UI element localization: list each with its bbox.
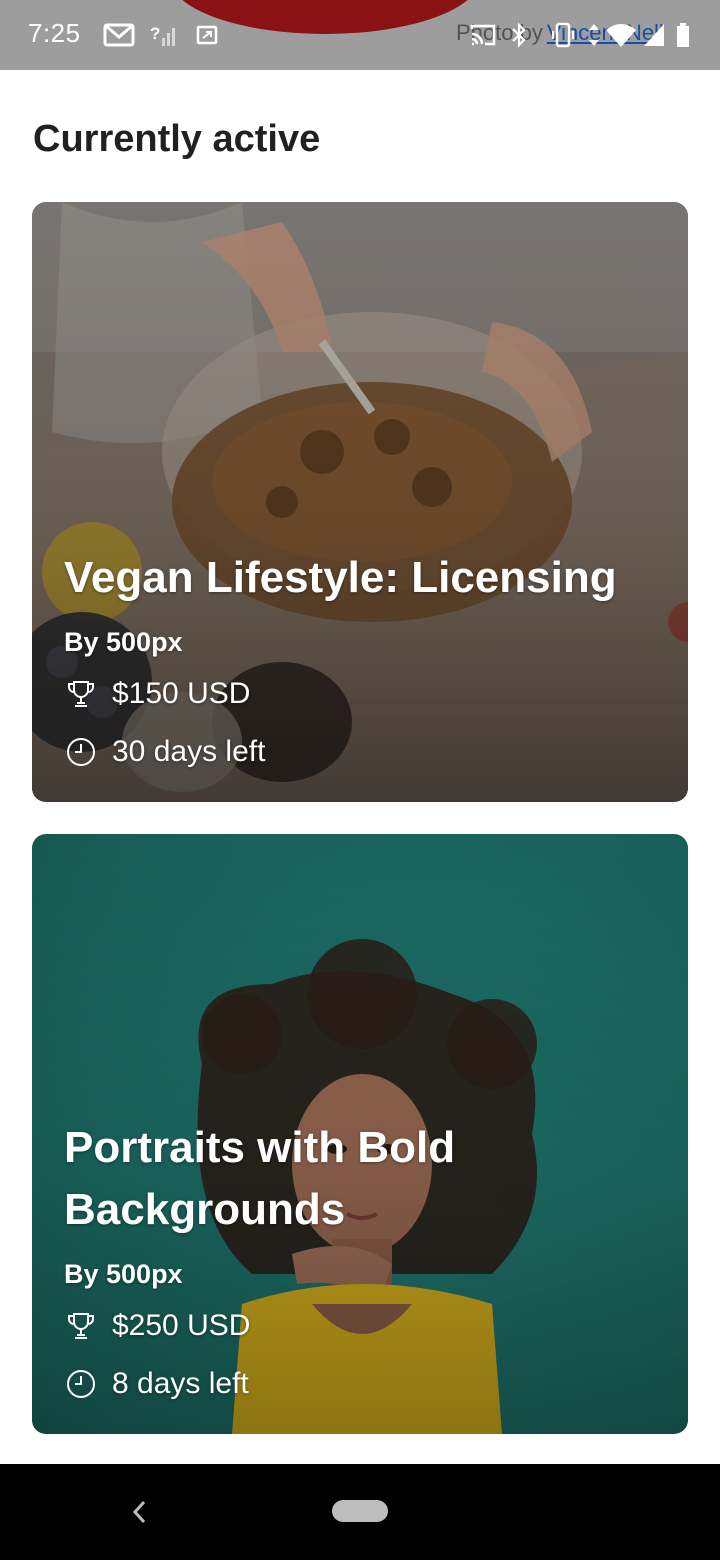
cell-signal-icon [642,22,666,48]
prize-amount: $150 USD [112,677,251,710]
signal-unknown-icon: ? [150,22,176,48]
trophy-icon [64,677,98,711]
challenge-author: By 500px [64,1259,183,1289]
prize-row: $150 USD [64,672,656,716]
challenge-card[interactable]: Portraits with Bold Backgrounds By 500px… [32,834,688,1434]
status-bar: 7:25 ? Photo by Vincent Nell [0,0,720,70]
cast-icon [468,22,498,48]
navigation-bar [0,1464,720,1560]
svg-text:?: ? [150,24,160,43]
screenshot-icon [194,22,220,48]
section-title: Currently active [33,118,321,160]
time-left: 30 days left [112,735,266,768]
clock-icon [64,735,98,769]
bluetooth-icon [508,22,530,48]
wifi-icon [604,22,638,48]
data-arrows-icon [584,22,604,48]
challenge-title: Vegan Lifestyle: Licensing [64,553,617,602]
prize-row: $250 USD [64,1304,656,1348]
gmail-icon [102,22,136,48]
challenge-author: By 500px [64,627,183,657]
challenge-card[interactable]: Vegan Lifestyle: Licensing By 500px $150… [32,202,688,802]
back-chevron-icon[interactable] [124,1494,156,1530]
card-content: Vegan Lifestyle: Licensing By 500px $150… [64,547,656,774]
status-time: 7:25 [28,18,81,48]
home-pill-icon[interactable] [332,1500,388,1522]
vibrate-icon [550,22,576,48]
battery-icon [674,22,692,48]
time-left: 8 days left [112,1367,249,1400]
challenge-title: Portraits with Bold Backgrounds [64,1123,456,1234]
trophy-icon [64,1309,98,1343]
prize-amount: $250 USD [112,1309,251,1342]
time-left-row: 30 days left [64,730,656,774]
clock-icon [64,1367,98,1401]
time-left-row: 8 days left [64,1362,656,1406]
card-content: Portraits with Bold Backgrounds By 500px… [64,1117,656,1406]
